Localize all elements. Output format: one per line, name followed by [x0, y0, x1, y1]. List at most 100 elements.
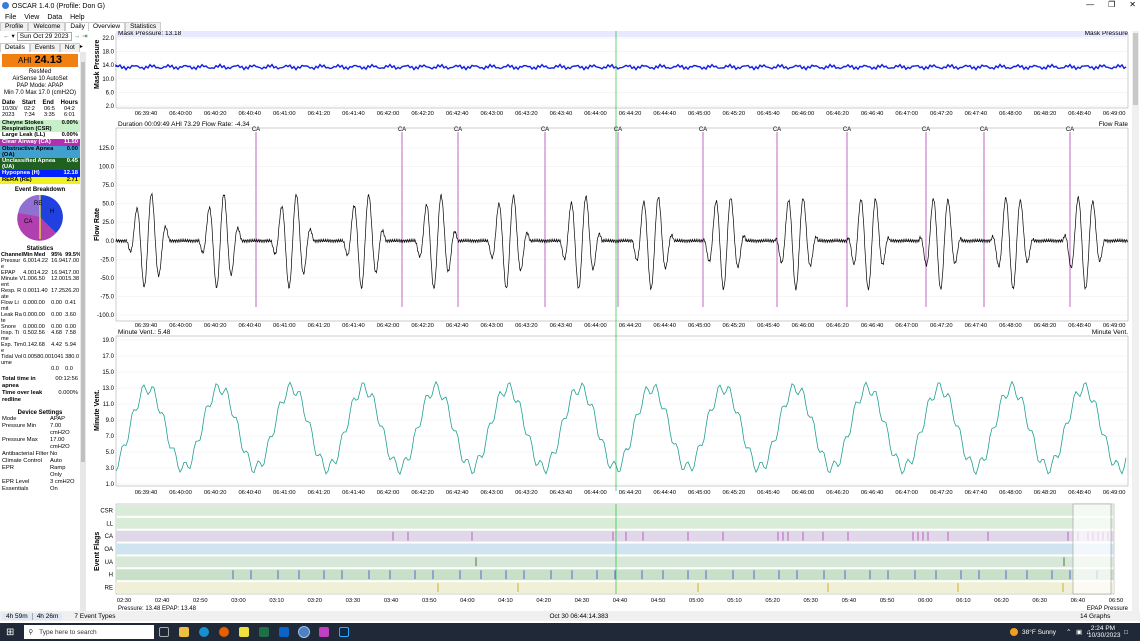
taskbar-search[interactable]: ⚲ Type here to search [24, 625, 155, 639]
status-events[interactable]: 7 Event Types [74, 613, 115, 620]
graph-area[interactable]: Mask Pressure: 13.18 Mask Pressure22.018.… [88, 31, 1132, 611]
tab-statistics[interactable]: Statistics [125, 22, 162, 31]
next-day-icon[interactable]: → [74, 33, 81, 40]
tab-events[interactable]: Events [29, 43, 60, 52]
time-tick: 06:45:40 [757, 111, 780, 117]
mask-pressure-ytick: 22.0 [102, 36, 114, 42]
outlook-icon[interactable] [279, 627, 290, 637]
time-tick: 06:42:40 [446, 111, 469, 117]
apnea-time-label: Total time in apnea [2, 376, 36, 389]
photos-icon[interactable] [319, 627, 330, 637]
minute-vent-axis-label: Minute Vent. [94, 390, 101, 431]
flow-rate-ytick: 75.0 [102, 183, 114, 189]
menu-data[interactable]: Data [47, 14, 62, 21]
time-tick: 06:47:00 [895, 490, 918, 496]
status-bar: 4h 59m 4h 26m 7 Event Types Oct 30 06:44… [0, 611, 1140, 621]
overview-selection[interactable] [1072, 503, 1112, 595]
event-row[interactable]: RERA (RE) 2.71 [0, 177, 80, 184]
excel-icon[interactable] [259, 627, 270, 637]
mask-pressure-ytick: 2.0 [106, 104, 115, 110]
time-tick: 06:42:40 [446, 490, 469, 496]
tab-overview[interactable]: Overview [88, 22, 126, 31]
stat-cell: 16.94 [51, 258, 66, 264]
stat-cell: 1041 [51, 354, 64, 360]
event-row[interactable]: Obstructive Apnea (OA) 0.00 [0, 146, 80, 158]
time-tick: 06:45:20 [723, 111, 746, 117]
tray-chevron-icon[interactable]: ⌃ [1066, 628, 1071, 636]
time-tick: 06:46:40 [861, 323, 884, 329]
edge-icon[interactable] [199, 627, 210, 637]
overview-tick: 05:30 [804, 598, 819, 604]
menu-help[interactable]: Help [70, 14, 84, 21]
menu-file[interactable]: File [5, 14, 16, 21]
calendar-dropdown-icon[interactable]: ▾ [12, 32, 15, 40]
ca-marker-label: CA [541, 127, 549, 133]
tab-daily[interactable]: Daily [65, 22, 90, 31]
menu-view[interactable]: View [24, 14, 39, 21]
stat-row: Leak Rate 0.00 0.00 0.00 3.60 [1, 312, 80, 324]
overview-tick: 06:20 [994, 598, 1009, 604]
pie-label-ca: CA [24, 219, 32, 225]
event-row[interactable]: Unclassified Apnea (UA) 0.45 [0, 158, 80, 170]
time-tick: 06:41:20 [308, 111, 331, 117]
tab-scroll-right-icon[interactable]: ▸ [80, 43, 83, 52]
tab-welcome[interactable]: Welcome [28, 22, 66, 31]
event-row[interactable]: Large Leak (LL) 0.00% [0, 132, 80, 139]
mask-pressure-ytick: 6.0 [106, 90, 115, 96]
weather-text[interactable]: 38°F Sunny [1022, 629, 1056, 636]
setting-value: 7.00 cmH2O [50, 423, 70, 436]
last-day-icon[interactable]: ⇥ [82, 32, 87, 40]
status-graphs[interactable]: 14 Graphs [1080, 613, 1110, 620]
network-icon[interactable]: ▣ [1076, 628, 1082, 636]
file-explorer-icon[interactable] [179, 627, 190, 637]
event-row[interactable]: Clear Airway (CA) 11.50 [0, 139, 80, 146]
event-label: Unclassified Apnea (UA) [2, 158, 56, 170]
windows-start-icon[interactable]: ⊞ [6, 627, 14, 638]
tab-notes[interactable]: Not [59, 43, 80, 52]
left-panel-scrollbar[interactable] [80, 52, 86, 612]
setting-name: Pressure Max [2, 437, 38, 443]
minimize-icon[interactable]: — [1086, 0, 1094, 9]
event-row[interactable]: Cheyne Stokes Respiration (CSR) 0.00% [0, 120, 80, 132]
ca-marker-label: CA [454, 127, 462, 133]
sticky-notes-icon[interactable] [239, 627, 250, 637]
prev-day-icon[interactable]: ← [3, 33, 10, 40]
close-icon[interactable]: ✕ [1129, 0, 1136, 9]
event-row[interactable]: Hypopnea (H) 12.18 [0, 170, 80, 177]
mask-pressure-title: Mask Pressure [1085, 31, 1129, 37]
overview-tick: 06:50 [1109, 598, 1124, 604]
time-tick: 06:45:00 [688, 323, 711, 329]
weather-icon [1010, 628, 1018, 636]
oscar-icon[interactable] [298, 626, 311, 638]
flow-rate-plot[interactable] [115, 127, 1129, 322]
date-label[interactable]: Sun Oct 29 2023 [16, 31, 72, 41]
app-icon [2, 2, 9, 9]
mask-pressure-ytick: 14.0 [102, 63, 114, 69]
device-setting-row: Pressure Max 17.00 cmH2O [0, 437, 80, 451]
overview-tick: 05:00 [689, 598, 704, 604]
minute-vent-ytick: 1.0 [106, 482, 115, 488]
mask-pressure-plot[interactable] [115, 33, 1129, 109]
time-tick: 06:42:00 [377, 490, 400, 496]
tab-details[interactable]: Details [0, 43, 30, 52]
setting-name: Essentials [2, 486, 29, 492]
time-tick: 06:47:40 [965, 111, 988, 117]
maximize-icon[interactable]: ❐ [1108, 0, 1115, 9]
stat-cell: 4.42 [51, 342, 62, 348]
graph-scrollbar[interactable] [1132, 31, 1139, 611]
apnea-time-row: Total time in apnea 00:12:56 [0, 376, 80, 390]
event-flag-row [116, 556, 1114, 568]
stat-cell: Minute Vent [1, 276, 24, 288]
tab-profile[interactable]: Profile [0, 22, 29, 31]
stat-cell: 0.14 [23, 342, 34, 348]
stat-cell: 15.38 [65, 276, 80, 282]
time-tick: 06:40:40 [238, 490, 261, 496]
event-value: 0.45 [66, 158, 78, 164]
stat-row: Flow Limit 0.00 0.00 0.00 0.41 [1, 300, 80, 312]
task-view-icon[interactable] [159, 627, 170, 637]
firefox-icon[interactable] [219, 627, 230, 637]
lightroom-icon[interactable] [339, 627, 350, 637]
notifications-icon[interactable]: □ [1124, 629, 1128, 636]
clock[interactable]: 2:24 PM 10/30/2023 [1088, 625, 1121, 639]
pap-mode: PAP Mode: APAP [16, 83, 64, 89]
